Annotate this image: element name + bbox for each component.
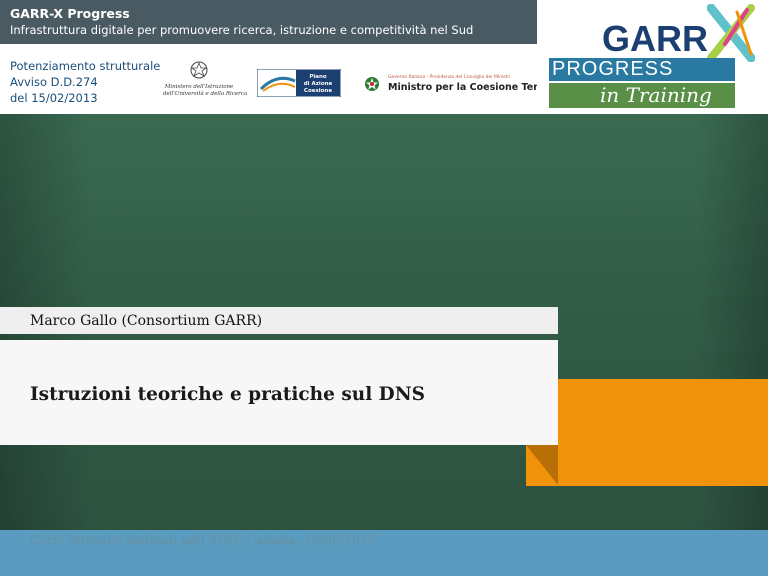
- training-label: in Training: [600, 83, 712, 107]
- author-name: Marco Gallo (Consortium GARR): [30, 313, 263, 329]
- header-subtitle: Infrastruttura digitale per promuovere r…: [10, 23, 474, 37]
- svg-text:Coesione: Coesione: [304, 88, 332, 94]
- miur-line-2: dell'Università e della Ricerca: [163, 91, 248, 97]
- italian-emblem-icon: [190, 61, 208, 79]
- progress-label: PROGRESS: [552, 58, 674, 80]
- footer-text: Corsi Intensivi dedicati agli APM, Catan…: [30, 532, 376, 547]
- funding-line-1: Potenziamento strutturale: [10, 59, 161, 73]
- pac-logo: Piano di Azione Coesione: [257, 69, 341, 97]
- orange-fold-shadow: [526, 445, 558, 485]
- orange-accent-block: [526, 379, 768, 486]
- funding-line-3: del 15/02/2013: [10, 91, 98, 105]
- garr-x-icon: [707, 4, 755, 62]
- miur-logo: Ministero dell'Istruzione dell'Universit…: [163, 60, 248, 106]
- republic-emblem-icon: [365, 77, 379, 91]
- miur-line-1: Ministero dell'Istruzione: [164, 84, 234, 90]
- header-title: GARR-X Progress: [10, 6, 130, 21]
- funding-info: Potenziamento strutturale Avviso D.D.274…: [10, 58, 160, 106]
- ministro-small-text: Governo Italiano - Presidenza del Consig…: [388, 75, 511, 80]
- funding-line-2: Avviso D.D.274: [10, 75, 98, 89]
- garr-logo-word: GARR: [602, 18, 708, 59]
- svg-text:di Azione: di Azione: [304, 81, 333, 87]
- slide-title: Istruzioni teoriche e pratiche sul DNS: [30, 384, 425, 405]
- svg-text:Piano: Piano: [309, 74, 327, 80]
